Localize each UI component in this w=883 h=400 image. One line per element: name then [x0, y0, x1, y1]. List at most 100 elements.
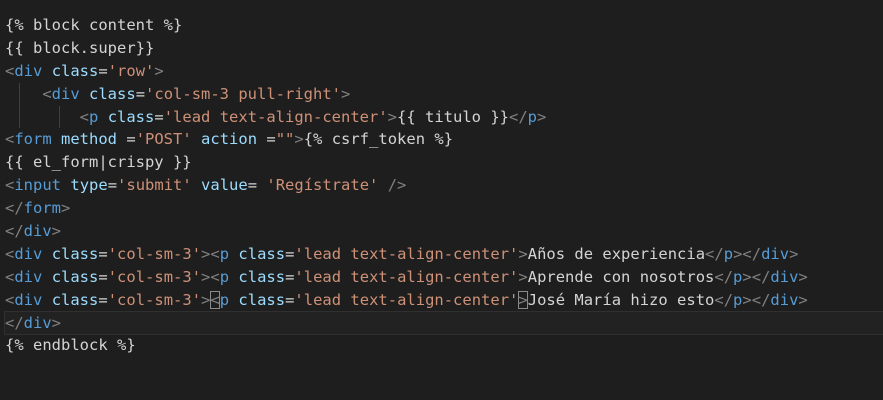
code-token: = — [247, 176, 267, 195]
code-editor[interactable]: {% block content %} {{ block.super}} <div … — [0, 0, 883, 400]
code-line[interactable]: <div class='col-sm-3'><p class='lead tex… — [5, 243, 883, 266]
indent-guide — [19, 82, 20, 106]
code-token: Aprende con nosotros — [527, 267, 715, 286]
code-line[interactable]: <div class='row'> — [5, 60, 883, 83]
code-token: > — [789, 244, 799, 263]
code-token: 'col-sm-3' — [107, 244, 202, 263]
code-token: method — [61, 130, 118, 149]
code-token: div — [23, 222, 52, 241]
code-token: = — [98, 61, 108, 80]
code-line[interactable]: <div class='col-sm-3 pull-right'> — [5, 82, 883, 106]
code-token: {{ block.super}} — [5, 38, 155, 57]
code-token: = — [135, 84, 146, 103]
code-token: < — [5, 176, 15, 195]
indentation — [5, 108, 80, 126]
code-token: > — [201, 290, 211, 309]
indent-guide — [59, 105, 60, 129]
code-token: < — [210, 244, 220, 263]
code-token: < — [5, 290, 15, 309]
code-token: "" — [275, 130, 295, 149]
code-token: </ — [714, 290, 734, 309]
code-token: class — [89, 84, 136, 103]
code-line[interactable]: </form> — [5, 197, 883, 220]
code-token: div — [14, 290, 43, 309]
code-token: action — [201, 130, 258, 149]
code-token: p — [733, 290, 743, 309]
code-token: > — [798, 290, 808, 309]
code-line[interactable]: {{ el_form|crispy }} — [5, 151, 883, 174]
code-token: {{ el_form|crispy }} — [5, 153, 192, 172]
code-token: > — [742, 290, 752, 309]
code-token: > — [294, 130, 304, 149]
code-token: 'lead text-align-center' — [294, 244, 519, 263]
code-token: José María hizo esto — [527, 290, 715, 309]
code-line[interactable]: <form method ='POST' action ="">{% csrf_… — [5, 128, 883, 151]
code-token: class — [238, 244, 286, 263]
code-token: {% block content %} — [5, 16, 183, 34]
code-token: value — [201, 176, 248, 195]
code-token: 'row' — [107, 61, 155, 80]
code-line[interactable]: </div> — [5, 220, 883, 243]
code-token: = — [98, 290, 108, 309]
code-token: < — [5, 244, 15, 263]
code-token: > — [51, 313, 62, 332]
code-token: div — [761, 244, 790, 263]
code-token: class — [51, 61, 99, 80]
code-token: </ — [5, 222, 24, 241]
code-token: </ — [742, 244, 762, 263]
code-token: > — [51, 222, 62, 241]
indentation — [5, 85, 42, 103]
code-token: = — [117, 130, 136, 149]
code-line[interactable]: <p class='lead text-align-center'>{{ tit… — [5, 105, 883, 129]
code-token: > — [201, 244, 211, 263]
code-token: > — [798, 267, 808, 286]
code-token: div — [770, 267, 799, 286]
code-token: p — [219, 290, 230, 309]
code-token: 'lead text-align-center' — [294, 267, 519, 286]
code-line[interactable]: {{ block.super}} — [5, 37, 883, 60]
code-token: form — [23, 199, 61, 218]
code-token: 'POST' — [135, 130, 192, 149]
code-line[interactable]: </div> — [4, 310, 883, 336]
code-token: p — [733, 267, 743, 286]
code-token: < — [5, 61, 15, 80]
code-token: p — [219, 244, 230, 263]
code-token: </ — [714, 267, 734, 286]
code-line[interactable]: {% block content %} — [5, 14, 883, 37]
code-token: class — [238, 267, 286, 286]
code-token: input — [14, 176, 62, 195]
code-token: Años de experiencia — [527, 244, 706, 263]
code-token: </ — [5, 199, 24, 218]
code-token: < — [42, 84, 52, 103]
code-line[interactable]: <input type='submit' value= 'Regístrate'… — [5, 174, 883, 197]
code-token: 'lead text-align-center' — [294, 290, 519, 309]
code-line[interactable]: <div class='col-sm-3'><p class='lead tex… — [5, 266, 883, 289]
code-token: p — [89, 107, 99, 126]
code-line[interactable]: <div class='col-sm-3'><p class='lead tex… — [5, 289, 883, 312]
code-token: div — [14, 61, 43, 80]
code-token: {{ titulo }} — [397, 107, 509, 126]
code-token: 'Regístrate' — [266, 176, 379, 195]
code-area[interactable]: {% block content %} {{ block.super}} <div … — [4, 14, 883, 357]
code-token: = — [257, 130, 276, 149]
code-token: div — [14, 244, 43, 263]
code-token: class — [51, 244, 99, 263]
code-token: < — [79, 107, 89, 126]
code-token: /> — [378, 176, 407, 195]
code-token: = — [98, 244, 108, 263]
code-token: > — [742, 267, 752, 286]
code-line[interactable]: {% endblock %} — [5, 334, 883, 357]
matched-bracket: < — [210, 290, 220, 309]
code-token: > — [201, 267, 211, 286]
code-token: class — [107, 107, 155, 126]
code-token: < — [210, 267, 220, 286]
code-token: > — [387, 107, 398, 126]
